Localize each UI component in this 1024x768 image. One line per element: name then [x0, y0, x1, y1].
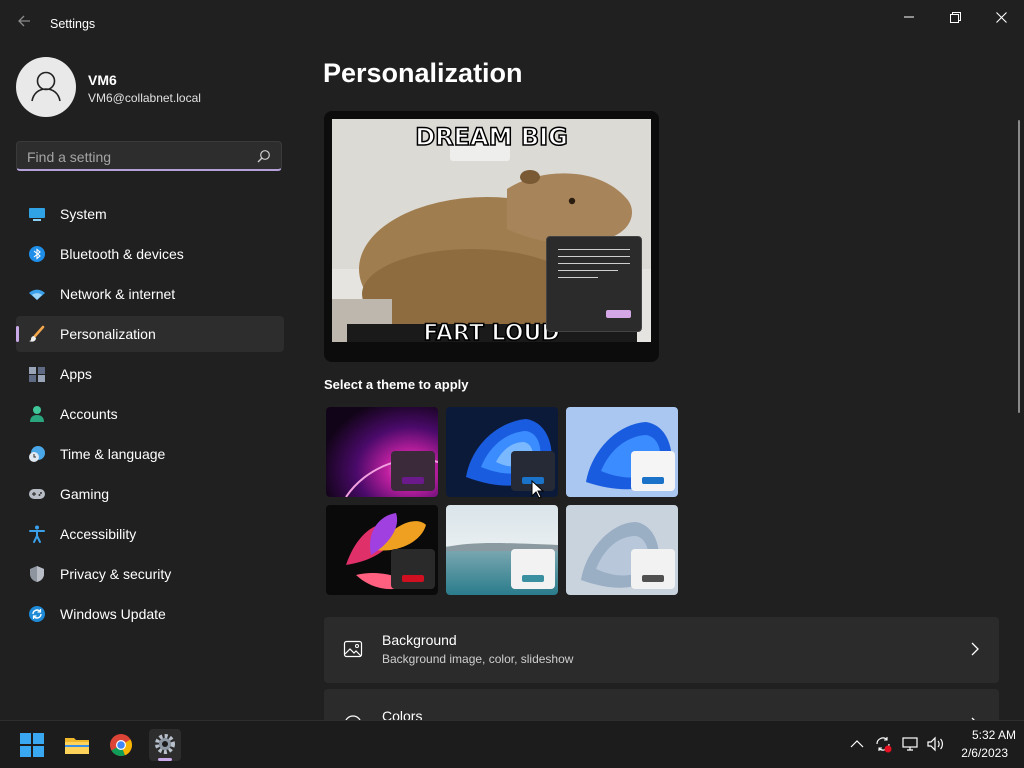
back-arrow-icon[interactable]	[14, 14, 34, 34]
accounts-icon	[27, 404, 47, 424]
brush-icon	[27, 324, 47, 344]
settings-taskbar-button[interactable]	[149, 729, 181, 761]
theme-window-chip	[511, 549, 555, 589]
image-icon	[343, 639, 363, 659]
close-button[interactable]	[978, 0, 1024, 34]
theme-window-chip	[391, 451, 435, 491]
sidebar-item-system[interactable]: System	[16, 196, 284, 232]
gamepad-icon	[27, 484, 47, 504]
clock-date[interactable]: 2/6/2023	[946, 746, 1008, 760]
sidebar-item-label: Apps	[60, 366, 92, 382]
theme-window-chip	[391, 549, 435, 589]
sidebar-item-time-language[interactable]: Time & language	[16, 436, 284, 472]
active-app-indicator	[158, 758, 172, 761]
user-email: VM6@collabnet.local	[88, 91, 201, 105]
minimize-button[interactable]	[886, 0, 932, 34]
wifi-icon	[27, 284, 47, 304]
sidebar-item-label: Accounts	[60, 406, 118, 422]
chevron-up-icon[interactable]	[850, 737, 864, 754]
system-icon	[27, 204, 47, 224]
user-icon	[31, 71, 61, 102]
sidebar-item-label: Network & internet	[60, 286, 176, 302]
accessibility-icon	[27, 524, 47, 544]
card-title: Background	[382, 632, 457, 648]
sidebar-item-label: Gaming	[60, 486, 110, 502]
preview-window-mockup	[546, 236, 642, 332]
sidebar-item-label: Personalization	[60, 326, 156, 342]
gear-icon	[155, 734, 175, 754]
sidebar-item-gaming[interactable]: Gaming	[16, 476, 284, 512]
clock-time[interactable]: 5:32 AM	[946, 728, 1016, 742]
sidebar-item-label: Privacy & security	[60, 566, 172, 582]
volume-icon[interactable]	[926, 735, 944, 756]
mouse-cursor-icon	[531, 480, 545, 499]
sidebar-item-label: Time & language	[60, 446, 166, 462]
sidebar-item-accounts[interactable]: Accounts	[16, 396, 284, 432]
network-icon[interactable]	[901, 735, 919, 756]
background-settings-card[interactable]: Background Background image, color, slid…	[324, 617, 999, 683]
bluetooth-icon	[27, 244, 47, 264]
themes-heading: Select a theme to apply	[324, 377, 469, 392]
sidebar-item-label: System	[60, 206, 107, 222]
search-placeholder: Find a setting	[27, 149, 112, 165]
sidebar-item-label: Accessibility	[60, 526, 137, 542]
app-title: Settings	[50, 17, 96, 31]
search-icon[interactable]	[257, 149, 271, 163]
chrome-button[interactable]	[105, 729, 137, 761]
search-input[interactable]: Find a setting	[16, 141, 282, 171]
theme-lake[interactable]	[446, 505, 558, 595]
start-button[interactable]	[16, 729, 48, 761]
sidebar-item-label: Bluetooth & devices	[60, 246, 184, 262]
sidebar-item-apps[interactable]: Apps	[16, 356, 284, 392]
preview-accent-button	[606, 310, 631, 318]
folder-icon	[65, 738, 89, 754]
sidebar-item-bluetooth[interactable]: Bluetooth & devices	[16, 236, 284, 272]
user-name: VM6	[88, 72, 117, 88]
title-bar: Settings	[0, 0, 1024, 48]
sidebar-item-personalization[interactable]: Personalization	[16, 316, 284, 352]
sidebar-item-windows-update[interactable]: Windows Update	[16, 596, 284, 632]
sidebar-item-accessibility[interactable]: Accessibility	[16, 516, 284, 552]
theme-window-chip	[631, 549, 675, 589]
chrome-icon	[110, 734, 133, 757]
sidebar-item-privacy-security[interactable]: Privacy & security	[16, 556, 284, 592]
page-title: Personalization	[323, 58, 523, 88]
sync-alert-icon[interactable]	[874, 735, 892, 756]
sidebar-item-label: Windows Update	[60, 606, 166, 622]
windows-logo-icon	[20, 733, 44, 757]
card-subtitle: Background image, color, slideshow	[382, 652, 574, 666]
active-indicator	[16, 326, 19, 342]
scrollbar[interactable]	[1018, 120, 1020, 413]
sidebar-item-network[interactable]: Network & internet	[16, 276, 284, 312]
theme-purple-glow[interactable]	[326, 407, 438, 497]
colors-settings-card[interactable]: Colors	[324, 689, 999, 725]
meme-caption-top: DREAM BIG	[414, 122, 568, 152]
clock-globe-icon	[27, 444, 47, 464]
shield-icon	[27, 564, 47, 584]
theme-flower[interactable]	[326, 505, 438, 595]
file-explorer-button[interactable]	[61, 729, 93, 761]
theme-windows-light-bloom[interactable]	[566, 407, 678, 497]
update-icon	[27, 604, 47, 624]
apps-icon	[27, 364, 47, 384]
chevron-right-icon	[970, 641, 980, 657]
restore-button[interactable]	[932, 0, 978, 34]
taskbar: 5:32 AM 2/6/2023	[0, 720, 1024, 768]
theme-window-chip	[631, 451, 675, 491]
avatar[interactable]	[16, 57, 76, 117]
theme-silver-bloom[interactable]	[566, 505, 678, 595]
